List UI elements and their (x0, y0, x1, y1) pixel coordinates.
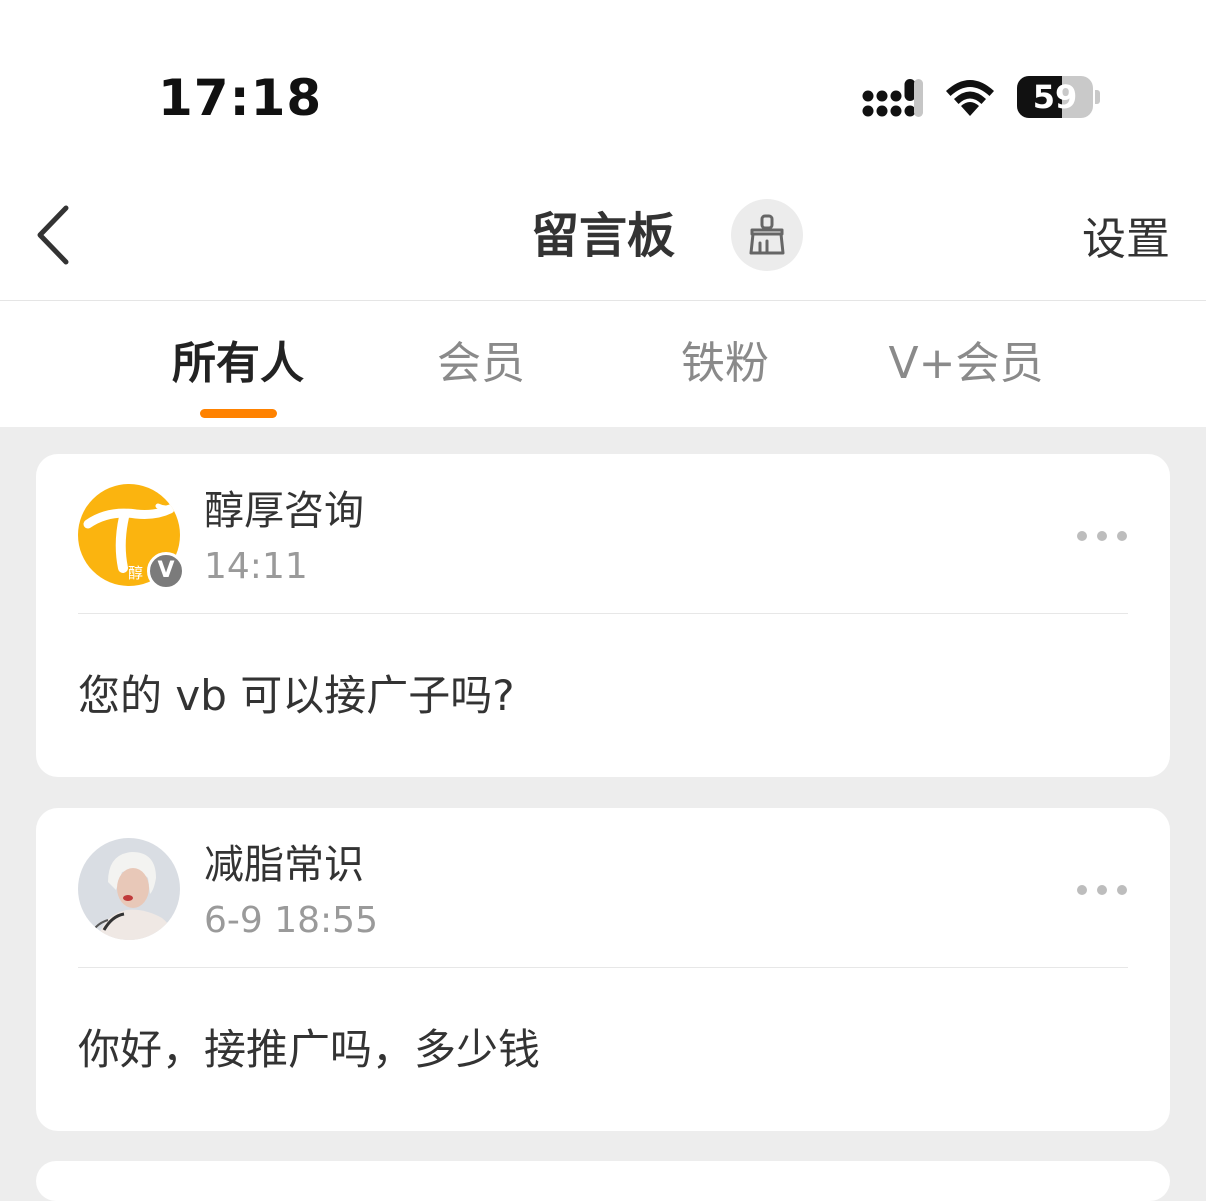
dot-icon (1117, 531, 1127, 541)
tab-all[interactable]: 所有人 (138, 334, 338, 394)
clean-broom-button[interactable] (731, 199, 803, 271)
card-divider (78, 967, 1128, 968)
username[interactable]: 减脂常识 (204, 838, 364, 892)
battery-tip (1095, 90, 1100, 104)
dot-icon (1077, 885, 1087, 895)
header-area: 17:18 59 留言板 设置 所有人 会员 铁粉 V+会员 (0, 0, 1206, 427)
username[interactable]: 醇厚咨询 (204, 484, 364, 538)
page-title: 留言板 (530, 208, 675, 264)
dot-icon (1077, 531, 1087, 541)
broom-icon (749, 214, 785, 255)
cellular-signal-icon (862, 79, 923, 117)
user-photo-icon (78, 838, 180, 940)
message-time: 14:11 (204, 546, 308, 587)
battery-shell: 59 (1017, 76, 1093, 118)
active-tab-indicator (200, 409, 277, 418)
dot-icon (1097, 531, 1107, 541)
wifi-icon (946, 80, 994, 116)
avatar-text: 醇 (128, 564, 143, 582)
nav-divider (0, 300, 1206, 301)
battery-indicator: 59 (1017, 76, 1101, 118)
more-options-button[interactable] (1072, 526, 1132, 544)
message-card: 醇 V 醇厚咨询 14:11 您的 vb 可以接广子吗? (36, 454, 1170, 777)
battery-percent: 59 (1032, 78, 1078, 116)
dot-icon (1117, 885, 1127, 895)
tab-members[interactable]: 会员 (381, 334, 581, 394)
verified-badge: V (147, 552, 185, 590)
message-text: 您的 vb 可以接广子吗? (78, 671, 515, 720)
settings-link[interactable]: 设置 (1060, 210, 1192, 270)
status-time: 17:18 (158, 69, 323, 127)
back-arrow-icon[interactable] (30, 202, 80, 268)
avatar[interactable] (78, 838, 180, 940)
message-card (36, 1161, 1170, 1201)
message-card: 减脂常识 6-9 18:55 你好，接推广吗，多少钱 (36, 808, 1170, 1131)
message-time: 6-9 18:55 (204, 900, 378, 941)
message-text: 你好，接推广吗，多少钱 (78, 1025, 541, 1074)
card-divider (78, 613, 1128, 614)
tab-iron-fans[interactable]: 铁粉 (625, 334, 825, 394)
tab-vplus-members[interactable]: V+会员 (866, 334, 1066, 394)
dot-icon (1097, 885, 1107, 895)
more-options-button[interactable] (1072, 880, 1132, 898)
